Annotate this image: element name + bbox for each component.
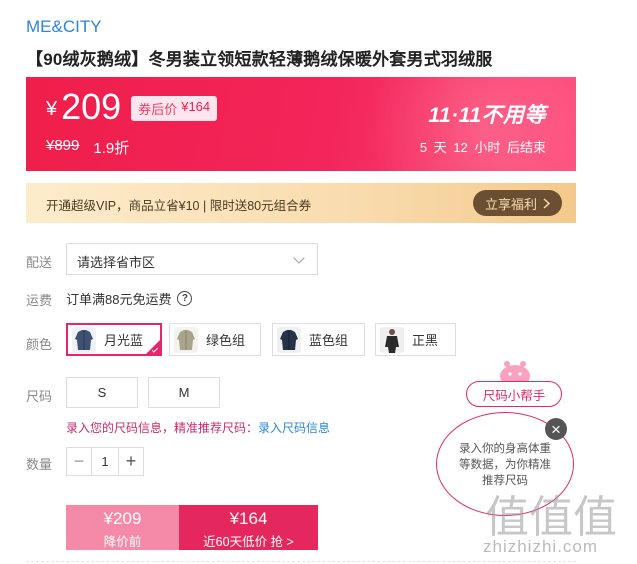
- delivery-label: 配送: [26, 255, 53, 270]
- jacket-thumbnail-icon: [277, 326, 301, 353]
- buy-now-button[interactable]: ¥164 近60天低价 抢 >: [179, 505, 318, 550]
- coupon-price: ¥164: [181, 99, 211, 114]
- decrement-button[interactable]: −: [67, 448, 91, 475]
- chevron-right-icon: [543, 197, 550, 209]
- color-label: 颜色: [26, 337, 53, 352]
- region-select-value: 请选择省市区: [77, 255, 156, 270]
- size-label: 尺码: [26, 389, 53, 404]
- watermark-logo-text: 值值值: [485, 492, 617, 543]
- color-option-green[interactable]: 绿色组: [169, 323, 261, 356]
- discount-rate: 1.9折: [93, 140, 130, 157]
- currency-symbol: ¥: [46, 98, 58, 120]
- color-option-blue[interactable]: 蓝色组: [272, 323, 365, 356]
- price-row: ¥ 209 券后价 ¥164: [46, 86, 218, 127]
- price-banner: ¥ 209 券后价 ¥164 ¥899 1.9折 11·11不用等 5 天 12…: [26, 77, 576, 171]
- color-option-label: 蓝色组: [309, 333, 349, 348]
- coupon-price-badge: 券后价 ¥164: [131, 96, 218, 121]
- jacket-thumbnail-icon: [174, 326, 198, 353]
- color-option-label: 正黑: [412, 333, 439, 348]
- promo-logo: 11·11不用等: [428, 104, 546, 127]
- shipping-label: 运费: [26, 293, 53, 308]
- size-hint: 录入您的尺码信息，精准推荐尺码：录入尺码信息: [66, 419, 330, 436]
- current-price: 209: [61, 86, 122, 127]
- color-option-label: 月光蓝: [104, 333, 144, 348]
- price-before-value: ¥209: [103, 509, 142, 528]
- person-thumbnail-icon: [380, 326, 404, 353]
- low-price-label: 近60天低价 抢 >: [203, 535, 294, 549]
- original-price-row: ¥899 1.9折: [46, 137, 129, 158]
- size-info-link[interactable]: 录入尺码信息: [258, 421, 330, 435]
- close-icon[interactable]: ×: [545, 418, 567, 440]
- color-option-black[interactable]: 正黑: [375, 323, 456, 356]
- increment-button[interactable]: +: [119, 448, 143, 475]
- vip-button-label: 立享福利: [484, 196, 537, 212]
- size-option-s[interactable]: S: [66, 377, 138, 408]
- vip-benefit-button[interactable]: 立享福利: [472, 190, 562, 216]
- region-select[interactable]: 请选择省市区: [66, 243, 318, 275]
- original-price: ¥899: [46, 137, 80, 154]
- color-option-label: 绿色组: [206, 333, 246, 348]
- vip-promo-bar: 开通超级VIP，商品立省¥10 | 限时送80元组合券 立享福利: [26, 183, 576, 223]
- chevron-down-icon: [293, 252, 305, 264]
- brand-link[interactable]: ME&CITY: [26, 17, 102, 37]
- quantity-stepper: − 1 +: [66, 447, 144, 476]
- low-price-value: ¥164: [229, 509, 268, 528]
- price-before-panel: ¥209 降价前: [66, 505, 179, 550]
- shipping-text: 订单满88元免运费: [66, 292, 172, 307]
- watermark-url: zhizhizhi.com: [483, 537, 599, 556]
- vip-promo-text: 开通超级VIP，商品立省¥10 | 限时送80元组合券: [46, 199, 312, 213]
- shipping-info: 订单满88元免运费 ?: [66, 289, 193, 308]
- divider: [26, 561, 576, 562]
- color-option-moonlight-blue[interactable]: 月光蓝: [66, 323, 162, 356]
- size-helper-text: 录入你的身高体重等数据，为你精准推荐尺码: [459, 443, 551, 487]
- quantity-input[interactable]: 1: [91, 448, 119, 475]
- countdown-timer: 5 天 12 小时 后结束: [419, 140, 546, 155]
- product-title: 【90绒灰鹅绒】冬男装立领短款轻薄鹅绒保暖外套男式羽绒服: [26, 50, 493, 69]
- size-helper-title[interactable]: 尺码小帮手: [466, 381, 562, 407]
- help-icon[interactable]: ?: [177, 291, 193, 306]
- price-before-label: 降价前: [103, 535, 142, 549]
- coupon-label: 券后价: [138, 102, 178, 117]
- size-option-m[interactable]: M: [148, 377, 220, 408]
- jacket-thumbnail-icon: [72, 326, 96, 353]
- size-hint-text: 录入您的尺码信息，精准推荐尺码：: [66, 421, 259, 435]
- quantity-label: 数量: [26, 457, 53, 472]
